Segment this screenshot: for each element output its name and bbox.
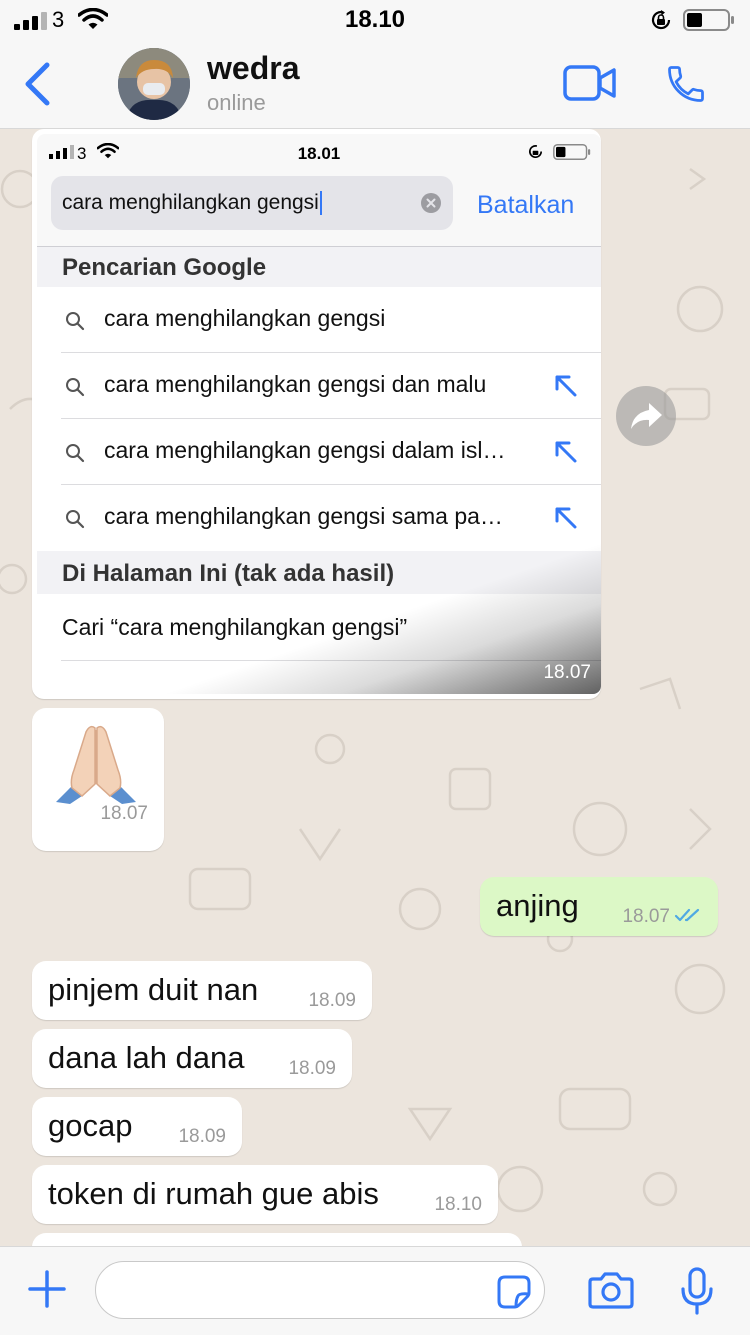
suggestion-row[interactable]: cara menghilangkan gengsi dalam isl… — [37, 419, 601, 485]
suggestion-row[interactable]: cara menghilangkan gengsi sama pa… — [37, 485, 601, 551]
back-chevron-icon[interactable] — [22, 62, 52, 106]
incoming-message[interactable]: token di rumah gue abis 18.10 — [32, 1165, 498, 1224]
microphone-icon[interactable] — [680, 1267, 714, 1315]
message-time: 18.09 — [178, 1126, 226, 1147]
suggestion-text: cara menghilangkan gengsi — [104, 305, 386, 331]
screenshot-time: 18.01 — [297, 144, 341, 163]
phone-icon[interactable] — [663, 62, 709, 106]
message-time: 18.07 — [100, 803, 148, 824]
screenshot-search-header: cara menghilangkan gengsi Batalkan — [37, 168, 601, 246]
emoji-message[interactable]: 18.07 — [32, 708, 164, 851]
section-google-label: Pencarian Google — [62, 254, 267, 281]
plus-icon[interactable] — [27, 1269, 67, 1309]
screenshot-search-query: cara menghilangkan gengsi — [62, 191, 319, 214]
forward-button[interactable] — [616, 386, 676, 446]
screenshot-battery-icon — [553, 144, 591, 160]
avatar-photo — [118, 48, 190, 120]
screenshot-query-wrap: cara menghilangkan gengsi — [62, 191, 322, 216]
message-time: 18.09 — [308, 990, 356, 1011]
clear-search-icon[interactable] — [421, 193, 441, 213]
fill-query-arrow-icon[interactable] — [553, 505, 579, 531]
status-time: 18.10 — [344, 6, 406, 33]
forward-icon — [631, 403, 662, 429]
contact-name[interactable]: wedra — [207, 50, 299, 87]
message-text: token di rumah gue abis — [48, 1176, 379, 1211]
folded-hands-icon — [56, 725, 136, 804]
find-on-page-text: Cari “cara menghilangkan gengsi” — [62, 614, 408, 640]
incoming-message[interactable]: pinjem duit nan 18.09 — [32, 961, 372, 1020]
message-text: anjing — [496, 888, 579, 923]
message-text: pinjem duit nan — [48, 972, 259, 1007]
status-bar: 3 18.10 — [0, 0, 750, 40]
read-receipt-icon — [674, 908, 700, 922]
screenshot-status-bar: 3 18.01 — [37, 134, 601, 168]
screenshot-search-field[interactable]: cara menghilangkan gengsi — [51, 176, 453, 230]
find-on-page-row[interactable]: Cari “cara menghilangkan gengsi” — [37, 594, 601, 694]
message-text: dana lah dana — [48, 1040, 245, 1075]
search-icon — [66, 510, 85, 529]
camera-icon[interactable] — [588, 1271, 634, 1309]
message-time: 18.07 — [622, 906, 670, 927]
search-icon — [66, 444, 85, 463]
message-time: 18.10 — [434, 1194, 482, 1215]
message-input-bar — [0, 1246, 750, 1335]
sticker-icon[interactable] — [497, 1275, 531, 1309]
contact-status: online — [207, 90, 266, 115]
battery-icon — [683, 9, 734, 31]
section-page-header: Di Halaman Ini (tak ada hasil) — [37, 551, 601, 594]
chat-header: wedra online — [0, 40, 750, 129]
suggestion-row[interactable]: cara menghilangkan gengsi dan malu — [37, 353, 601, 419]
contact-avatar[interactable] — [118, 48, 190, 120]
video-call-icon[interactable] — [563, 64, 617, 102]
suggestion-text: cara menghilangkan gengsi dalam isl… — [104, 437, 506, 463]
message-time: 18.07 — [543, 662, 591, 683]
incoming-message-partial[interactable] — [32, 1233, 522, 1246]
fill-query-arrow-icon[interactable] — [553, 373, 579, 399]
text-cursor — [319, 191, 322, 216]
outgoing-message[interactable]: anjing 18.07 — [480, 877, 718, 936]
suggestion-row[interactable]: cara menghilangkan gengsi — [37, 287, 601, 353]
message-input[interactable] — [95, 1261, 545, 1319]
shared-screenshot[interactable]: 3 18.01 cara menghilangkan gengsi Batalk… — [37, 134, 601, 694]
suggestion-text: cara menghilangkan gengsi dan malu — [104, 371, 487, 397]
rotation-lock-icon — [651, 10, 671, 30]
screenshot-rotation-lock-icon — [529, 145, 543, 159]
incoming-message[interactable]: dana lah dana 18.09 — [32, 1029, 352, 1088]
chat-area[interactable]: 3 18.01 cara menghilangkan gengsi Batalk… — [0, 129, 750, 1246]
screenshot-cancel-button[interactable]: Batalkan — [477, 191, 574, 220]
search-icon — [66, 312, 85, 331]
row-divider — [61, 660, 601, 661]
message-time: 18.09 — [288, 1058, 336, 1079]
image-message[interactable]: 3 18.01 cara menghilangkan gengsi Batalk… — [32, 129, 601, 699]
suggestion-text: cara menghilangkan gengsi sama pa… — [104, 503, 503, 529]
section-page-label: Di Halaman Ini (tak ada hasil) — [62, 560, 395, 587]
section-google-header: Pencarian Google — [37, 247, 601, 287]
fill-query-arrow-icon[interactable] — [553, 439, 579, 465]
message-text: gocap — [48, 1108, 133, 1143]
search-icon — [66, 378, 85, 397]
incoming-message[interactable]: gocap 18.09 — [32, 1097, 242, 1156]
